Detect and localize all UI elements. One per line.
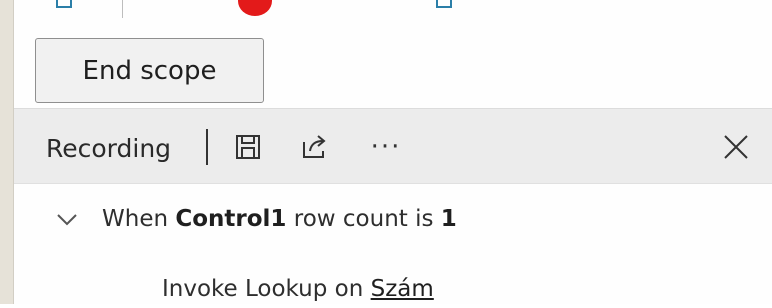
lookup-target-link[interactable]: Szám	[371, 276, 434, 302]
when-middle: row count is	[286, 206, 441, 232]
top-toolbar-partial	[14, 0, 772, 18]
checkbox-icon[interactable]	[56, 0, 72, 8]
when-condition-text: When Control1 row count is 1	[102, 206, 457, 232]
end-scope-button[interactable]: End scope	[35, 38, 264, 103]
close-icon[interactable]	[718, 129, 754, 165]
recording-toolbar: Recording ···	[14, 108, 772, 184]
when-prefix: When	[102, 206, 176, 232]
record-icon[interactable]	[238, 0, 272, 16]
checkbox-icon[interactable]	[436, 0, 452, 8]
invoke-prefix: Invoke Lookup on	[162, 276, 371, 302]
toolbar-divider	[122, 0, 123, 18]
more-glyph: ···	[370, 132, 402, 162]
tree-row-invoke[interactable]: Invoke Lookup on Szám	[14, 268, 772, 308]
tree-row-when[interactable]: When Control1 row count is 1	[14, 200, 772, 240]
end-scope-label: End scope	[82, 55, 217, 86]
invoke-action-text: Invoke Lookup on Szám	[162, 276, 434, 302]
more-icon[interactable]: ···	[370, 131, 402, 163]
recording-label: Recording	[46, 134, 172, 163]
save-icon[interactable]	[232, 131, 264, 163]
app-frame: End scope Recording ··· When Control1 ro…	[0, 0, 772, 304]
window-left-border	[0, 0, 14, 304]
control-name: Control1	[175, 206, 287, 232]
chevron-down-icon[interactable]	[54, 206, 80, 232]
share-icon[interactable]	[298, 131, 330, 163]
toolbar-separator	[206, 129, 208, 165]
row-count-value: 1	[440, 206, 457, 232]
